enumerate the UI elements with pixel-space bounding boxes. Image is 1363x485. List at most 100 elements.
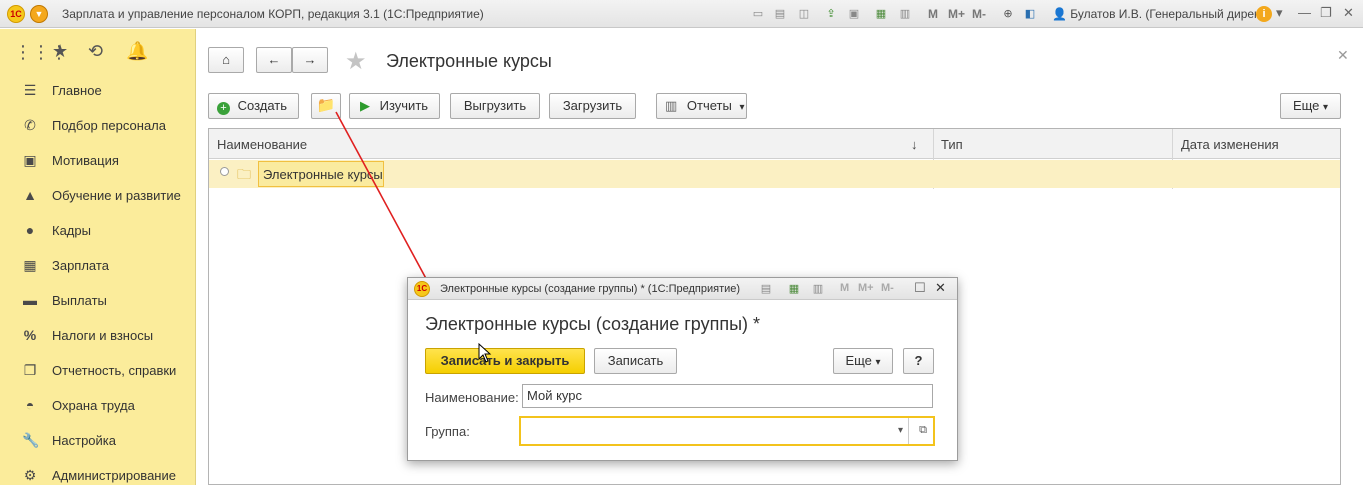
column-header-type[interactable]: Тип — [941, 137, 963, 152]
close-icon[interactable]: ✕ — [1337, 47, 1349, 64]
zoom-icon[interactable]: ⊕ — [1000, 6, 1016, 22]
sidebar-item-reports[interactable]: ❐ Отчетность, справки — [0, 354, 196, 388]
bell-icon[interactable]: 🔔 — [126, 41, 148, 62]
memory-mminus-button[interactable]: M- — [881, 282, 894, 294]
calendar-icon[interactable]: ▥ — [897, 6, 913, 22]
upload-icon[interactable]: ⇪ — [823, 6, 839, 22]
calendar-icon[interactable]: ▥ — [810, 281, 826, 297]
sidebar-item-administration[interactable]: ⚙ Администрирование — [0, 459, 196, 485]
create-group-button[interactable]: 📁 — [311, 93, 341, 119]
favorite-star-icon[interactable]: ★ — [345, 47, 367, 76]
sidebar-item-label: Кадры — [52, 223, 91, 238]
gear-icon: ⚙ — [23, 467, 37, 483]
create-button[interactable]: + Создать — [208, 93, 299, 119]
forward-button[interactable]: → — [292, 47, 328, 73]
sidebar-item-main[interactable]: ☰ Главное — [0, 74, 196, 108]
sidebar-item-taxes[interactable]: % Налоги и взносы — [0, 319, 196, 353]
mouse-cursor-icon — [478, 343, 492, 363]
percent-icon: % — [23, 327, 37, 343]
print-icon[interactable]: ▣ — [846, 6, 862, 22]
memory-mminus-button[interactable]: M- — [972, 7, 986, 21]
sidebar-item-salary[interactable]: ▦ Зарплата — [0, 249, 196, 283]
close-icon[interactable]: ✕ — [1343, 5, 1354, 21]
current-user[interactable]: 👤 Булатов И.В. (Генеральный дирек... — [1052, 7, 1269, 21]
phone-icon: ✆ — [24, 117, 36, 133]
group-field-label: Группа: — [425, 424, 470, 439]
chevron-down-icon[interactable]: ▾ — [1276, 5, 1283, 21]
dropdown-arrow-icon[interactable]: ▾ — [898, 420, 903, 442]
main-menu-button[interactable]: ▼ — [30, 5, 48, 23]
print-icon[interactable]: ▤ — [758, 281, 774, 297]
panel-icon[interactable]: ◧ — [1022, 6, 1038, 22]
maximize-icon[interactable]: ☐ — [914, 280, 926, 296]
dialog-titlebar: 1С Электронные курсы (создание группы) *… — [408, 278, 957, 300]
sidebar-item-settings[interactable]: 🔧 Настройка — [0, 424, 196, 458]
sidebar-item-labor-safety[interactable]: ◓ Охрана труда — [0, 389, 196, 423]
sidebar-item-label: Выплаты — [52, 293, 107, 308]
print-icon[interactable]: ▤ — [772, 6, 788, 22]
open-link-icon[interactable]: ⧉ — [919, 419, 927, 441]
export-button[interactable]: Выгрузить — [450, 93, 540, 119]
save-button[interactable]: Записать — [594, 348, 677, 374]
group-field[interactable]: ▾ ⧉ — [519, 416, 935, 446]
menu-icon: ☰ — [23, 82, 37, 98]
restore-icon[interactable]: ❐ — [1320, 5, 1332, 21]
memory-mplus-button[interactable]: M+ — [948, 7, 965, 21]
table-row[interactable]: 🗀 Электронные курсы — [209, 160, 1340, 188]
sidebar-item-payments[interactable]: ▬ Выплаты — [0, 284, 196, 318]
help-button[interactable]: ? — [903, 348, 934, 374]
star-icon[interactable]: ★ — [52, 41, 68, 62]
people-icon: ● — [25, 222, 35, 238]
chevron-down-icon: ▾ — [1323, 102, 1329, 113]
name-field[interactable]: Мой курс — [522, 384, 933, 408]
field-divider — [908, 418, 909, 444]
calculator-icon[interactable]: ▦ — [873, 6, 889, 22]
save-and-close-button[interactable]: Записать и закрыть — [425, 348, 585, 374]
wrench-icon: 🔧 — [22, 432, 40, 448]
sidebar-item-label: Налоги и взносы — [52, 328, 154, 343]
arrow-right-icon: → — [303, 52, 317, 67]
sections-sidebar: ⋮⋮⋮ ★ ⟲ 🔔 ☰ Главное ✆ Подбор персонала ▣… — [0, 29, 196, 485]
add-folder-icon: 📁 — [316, 97, 336, 114]
sort-arrow-icon[interactable]: ↓ — [911, 137, 918, 152]
import-button[interactable]: Загрузить — [549, 93, 636, 119]
table-header: Наименование ↓ Тип Дата изменения — [209, 129, 1340, 159]
user-icon: 👤 — [1052, 7, 1067, 21]
window-titlebar: 1С ▼ Зарплата и управление персоналом КО… — [0, 0, 1363, 28]
home-button[interactable]: ⌂ — [208, 47, 244, 73]
minimize-icon[interactable]: — — [1298, 5, 1311, 20]
study-button[interactable]: ▶ Изучить — [349, 93, 440, 119]
preview-icon[interactable]: ◫ — [796, 6, 812, 22]
column-header-date[interactable]: Дата изменения — [1181, 137, 1279, 152]
sidebar-item-motivation[interactable]: ▣ Мотивация — [0, 144, 196, 178]
calculator-icon[interactable]: ▦ — [786, 281, 802, 297]
sidebar-item-label: Подбор персонала — [52, 118, 166, 133]
info-icon[interactable]: i — [1256, 6, 1272, 22]
memory-m-button[interactable]: M — [928, 7, 938, 21]
back-button[interactable]: ← — [256, 47, 292, 73]
sidebar-item-label: Мотивация — [52, 153, 119, 168]
dialog-more-button[interactable]: Еще ▾ — [833, 348, 893, 374]
sidebar-item-label: Охрана труда — [52, 398, 135, 413]
more-button[interactable]: Еще ▾ — [1280, 93, 1341, 119]
row-name-cell[interactable]: Электронные курсы — [258, 161, 384, 187]
page-title: Электронные курсы — [386, 51, 552, 71]
save-icon[interactable]: ▭ — [750, 6, 766, 22]
sidebar-item-recruitment[interactable]: ✆ Подбор персонала — [0, 109, 196, 143]
close-icon[interactable]: ✕ — [935, 280, 946, 296]
chevron-down-icon: ▾ — [875, 357, 881, 368]
reports-button[interactable]: ▥ Отчеты ▾ — [656, 93, 747, 119]
history-icon[interactable]: ⟲ — [88, 41, 103, 62]
sidebar-item-personnel[interactable]: ● Кадры — [0, 214, 196, 248]
arrow-left-icon: ← — [267, 52, 281, 67]
helmet-icon: ◓ — [25, 397, 35, 413]
create-group-dialog: 1С Электронные курсы (создание группы) *… — [407, 277, 958, 461]
sidebar-item-training[interactable]: ▲ Обучение и развитие — [0, 179, 196, 213]
report-icon: ▥ — [665, 98, 678, 113]
app-title: Зарплата и управление персоналом КОРП, р… — [62, 7, 484, 21]
dialog-heading: Электронные курсы (создание группы) * — [425, 314, 761, 334]
1c-logo-icon: 1С — [414, 281, 430, 297]
column-header-name[interactable]: Наименование — [217, 137, 307, 152]
memory-m-button[interactable]: M — [840, 282, 849, 294]
memory-mplus-button[interactable]: M+ — [858, 282, 874, 294]
